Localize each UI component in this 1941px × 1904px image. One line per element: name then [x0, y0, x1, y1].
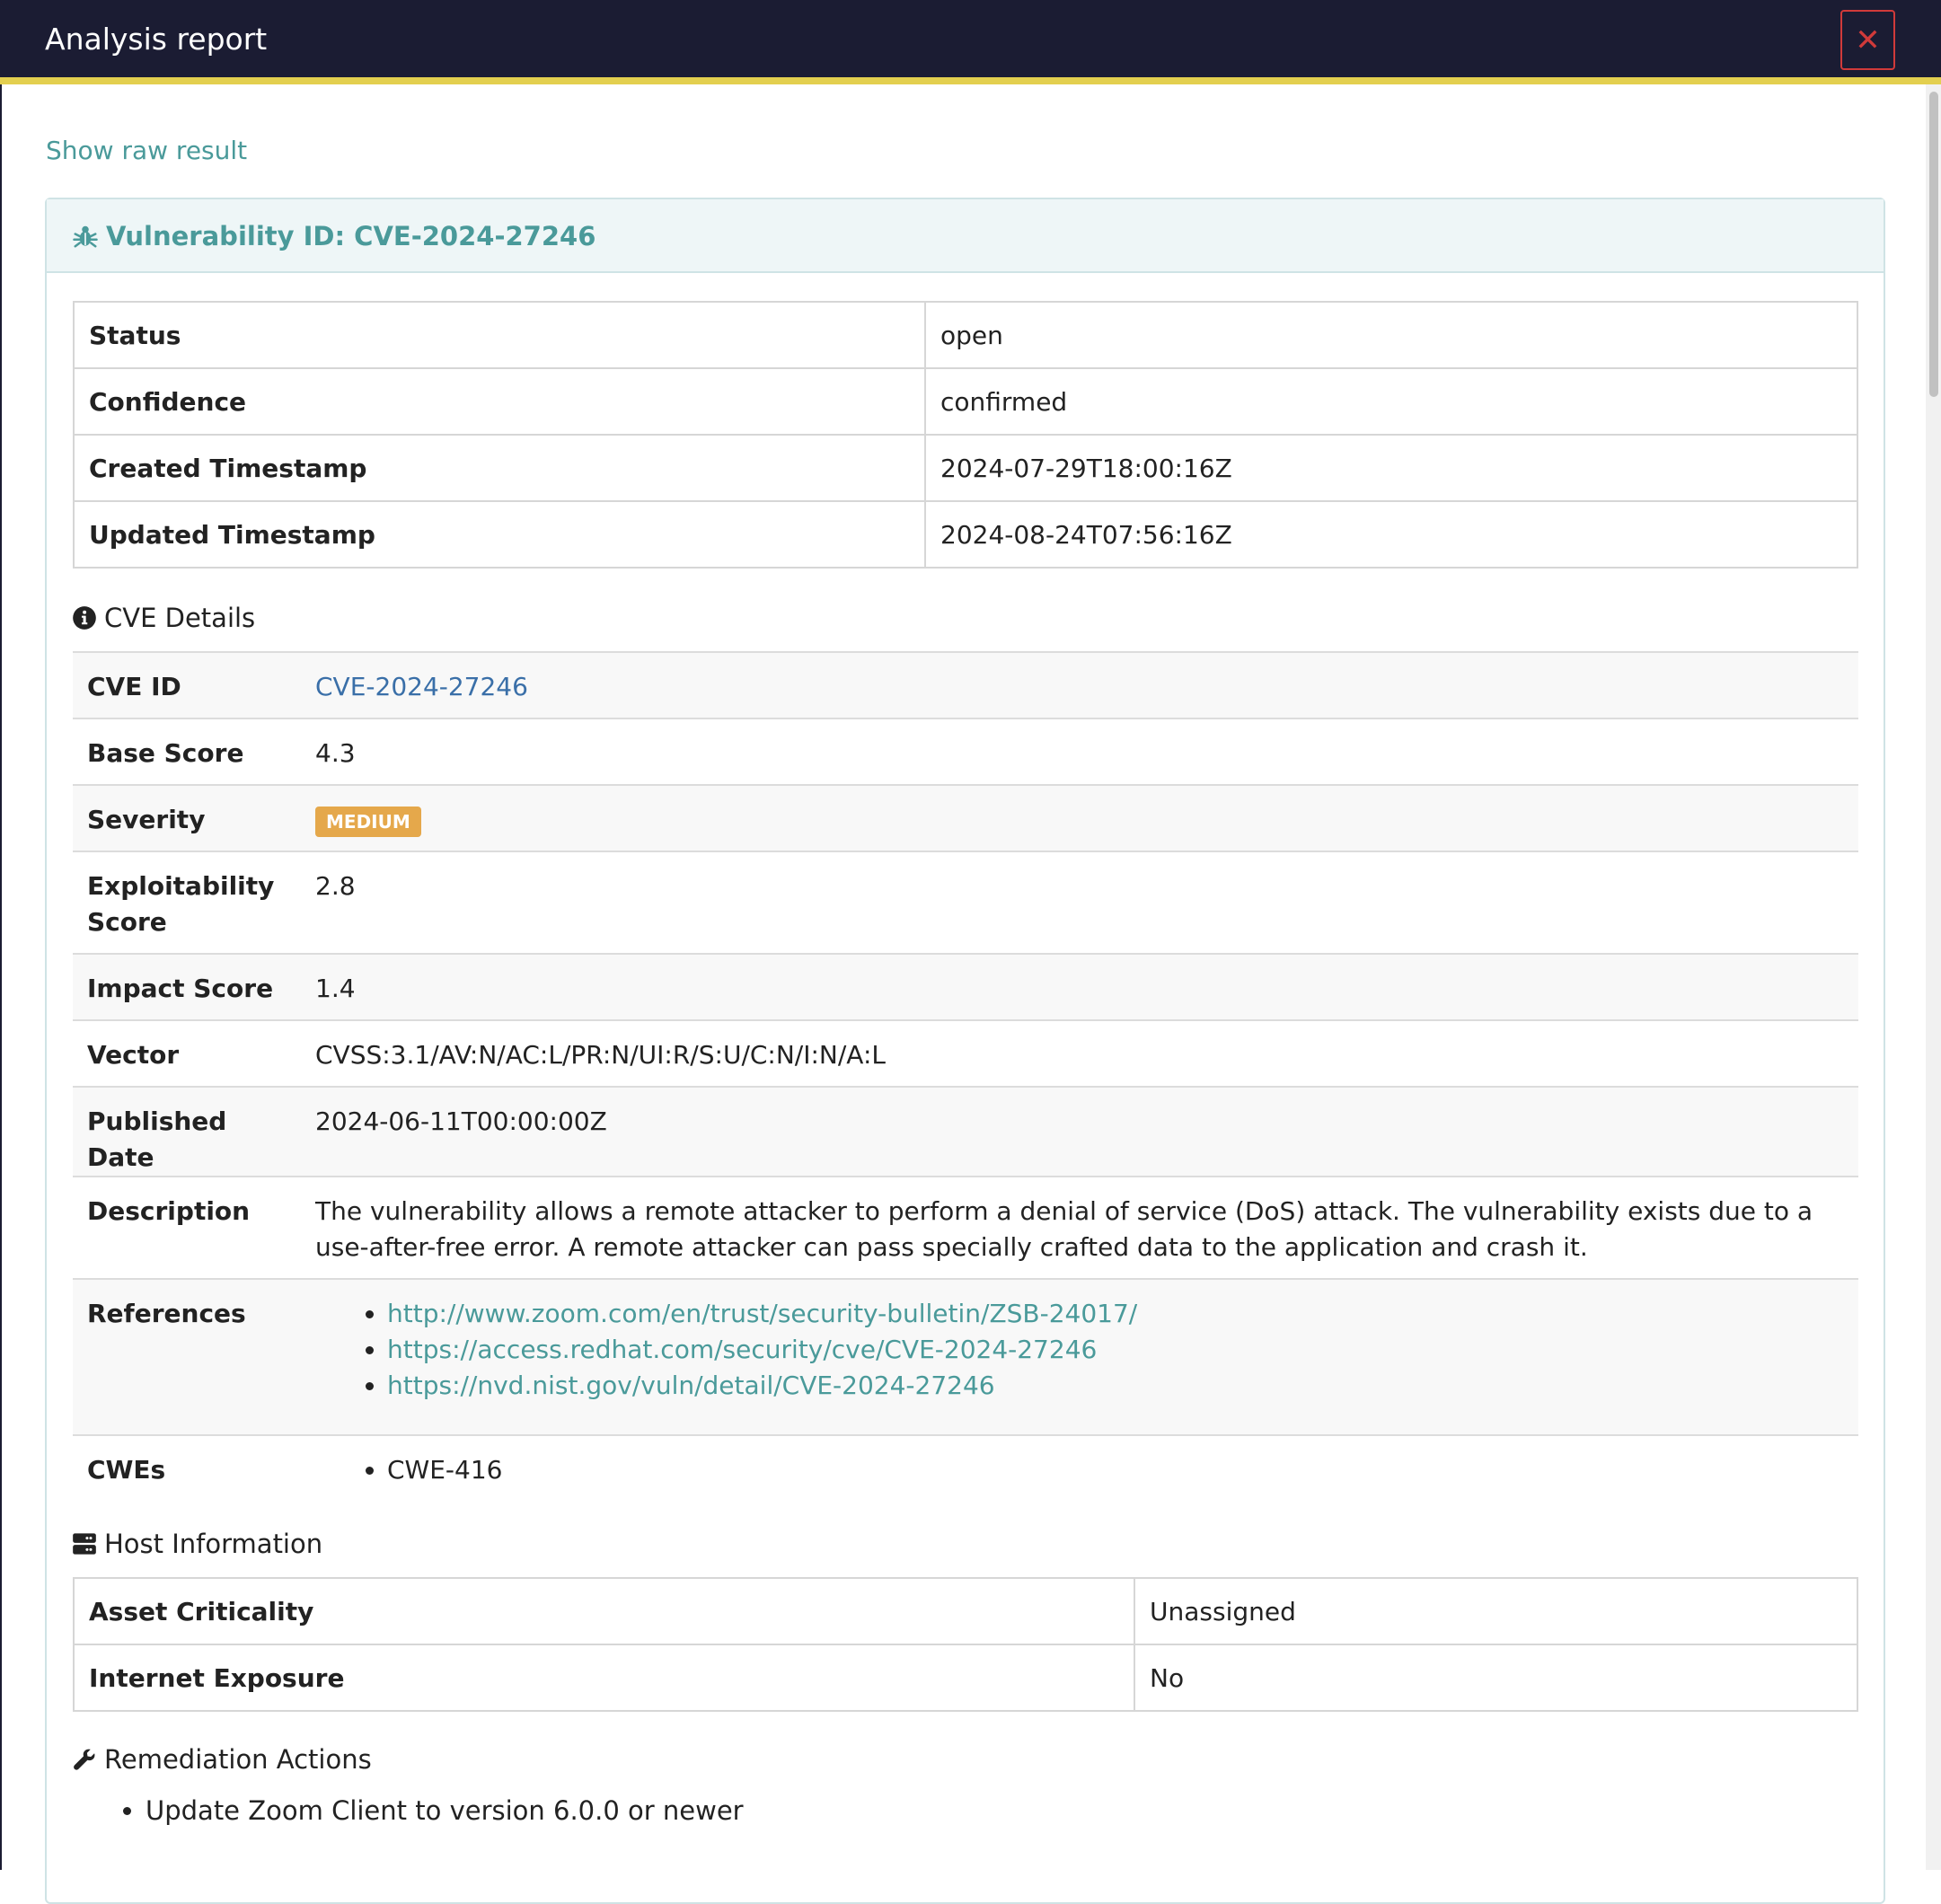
table-row: Confidence confirmed — [73, 367, 1858, 436]
table-row: Base Score 4.3 — [73, 718, 1858, 786]
info-circle-icon — [73, 606, 96, 630]
cwes-label: CWEs — [87, 1455, 166, 1485]
list-item: Update Zoom Client to version 6.0.0 or n… — [146, 1793, 744, 1829]
published-date-label: Published Date — [87, 1106, 227, 1172]
table-row: Impact Score 1.4 — [73, 953, 1858, 1021]
confidence-value: confirmed — [924, 367, 1858, 436]
wrench-icon — [74, 1749, 95, 1770]
cwes-list: CWE-416 — [315, 1452, 1844, 1488]
cve-id-link[interactable]: CVE-2024-27246 — [315, 672, 528, 701]
severity-label: Severity — [87, 805, 206, 834]
description-label: Description — [87, 1196, 251, 1226]
table-row: Created Timestamp 2024-07-29T18:00:16Z — [73, 434, 1858, 502]
scrollbar-thumb[interactable] — [1929, 92, 1938, 397]
table-row: Description The vulnerability allows a r… — [73, 1176, 1858, 1280]
created-timestamp-value: 2024-07-29T18:00:16Z — [924, 434, 1858, 502]
table-row: Updated Timestamp 2024-08-24T07:56:16Z — [73, 500, 1858, 569]
card-title: Vulnerability ID: CVE-2024-27246 — [72, 218, 596, 254]
references-label: References — [87, 1299, 246, 1328]
status-table: Status open Confidence confirmed Created… — [73, 301, 1858, 569]
impact-score-label: Impact Score — [87, 974, 274, 1003]
table-row: Exploitability Score 2.8 — [73, 851, 1858, 955]
description-value: The vulnerability allows a remote attack… — [315, 1196, 1813, 1262]
base-score-value: 4.3 — [315, 738, 356, 768]
asset-criticality-value: Unassigned — [1134, 1577, 1858, 1645]
exploitability-score-value: 2.8 — [315, 871, 356, 901]
table-row: CVE ID CVE-2024-27246 — [73, 651, 1858, 719]
cve-details-heading: CVE Details — [72, 602, 255, 634]
remediation-list: Update Zoom Client to version 6.0.0 or n… — [117, 1793, 744, 1829]
cve-details-title: CVE Details — [104, 603, 256, 633]
bug-icon — [73, 225, 98, 248]
remediation-actions-heading: Remediation Actions — [72, 1743, 372, 1776]
cve-details-table: CVE ID CVE-2024-27246 Base Score 4.3 Sev… — [73, 651, 1858, 1502]
published-date-value: 2024-06-11T00:00:00Z — [315, 1106, 607, 1136]
server-icon — [73, 1533, 96, 1555]
vector-value: CVSS:3.1/AV:N/AC:L/PR:N/UI:R/S:U/C:N/I:N… — [315, 1040, 887, 1070]
close-button[interactable]: ✕ — [1840, 10, 1895, 70]
internet-exposure-value: No — [1134, 1644, 1858, 1712]
base-score-label: Base Score — [87, 738, 244, 768]
status-value: open — [924, 301, 1858, 369]
references-list: http://www.zoom.com/en/trust/security-bu… — [315, 1296, 1844, 1404]
updated-timestamp-label: Updated Timestamp — [73, 500, 926, 569]
updated-timestamp-value: 2024-08-24T07:56:16Z — [924, 500, 1858, 569]
table-row: CWEs CWE-416 — [73, 1434, 1858, 1502]
remediation-actions-title: Remediation Actions — [104, 1744, 372, 1775]
table-row: Internet Exposure No — [73, 1644, 1858, 1712]
reference-link[interactable]: https://access.redhat.com/security/cve/C… — [387, 1335, 1097, 1364]
reference-link[interactable]: http://www.zoom.com/en/trust/security-bu… — [387, 1299, 1137, 1328]
table-row: Asset Criticality Unassigned — [73, 1577, 1858, 1645]
exploitability-score-label: Exploitability Score — [87, 871, 275, 937]
close-icon: ✕ — [1855, 22, 1881, 58]
confidence-label: Confidence — [73, 367, 926, 436]
impact-score-value: 1.4 — [315, 974, 356, 1003]
list-item: https://access.redhat.com/security/cve/C… — [387, 1332, 1844, 1368]
vector-label: Vector — [87, 1040, 180, 1070]
show-raw-result-link[interactable]: Show raw result — [46, 135, 247, 167]
severity-badge: MEDIUM — [315, 807, 421, 837]
host-information-title: Host Information — [104, 1529, 323, 1559]
table-row: References http://www.zoom.com/en/trust/… — [73, 1278, 1858, 1436]
internet-exposure-label: Internet Exposure — [73, 1644, 1135, 1712]
host-information-table: Asset Criticality Unassigned Internet Ex… — [73, 1577, 1858, 1712]
table-row: Status open — [73, 301, 1858, 369]
table-row: Published Date 2024-06-11T00:00:00Z — [73, 1086, 1858, 1177]
created-timestamp-label: Created Timestamp — [73, 434, 926, 502]
reference-link[interactable]: https://nvd.nist.gov/vuln/detail/CVE-202… — [387, 1371, 995, 1400]
modal-title: Analysis report — [45, 22, 268, 57]
asset-criticality-label: Asset Criticality — [73, 1577, 1135, 1645]
list-item: http://www.zoom.com/en/trust/security-bu… — [387, 1296, 1844, 1332]
status-label: Status — [73, 301, 926, 369]
cve-id-label: CVE ID — [87, 672, 181, 701]
list-item: https://nvd.nist.gov/vuln/detail/CVE-202… — [387, 1368, 1844, 1404]
modal-header — [0, 0, 1941, 84]
table-row: Vector CVSS:3.1/AV:N/AC:L/PR:N/UI:R/S:U/… — [73, 1019, 1858, 1088]
card-title-text: Vulnerability ID: CVE-2024-27246 — [106, 221, 596, 251]
list-item: CWE-416 — [387, 1452, 1844, 1488]
host-information-heading: Host Information — [72, 1528, 322, 1560]
left-edge — [0, 84, 2, 1870]
table-row: Severity MEDIUM — [73, 784, 1858, 852]
